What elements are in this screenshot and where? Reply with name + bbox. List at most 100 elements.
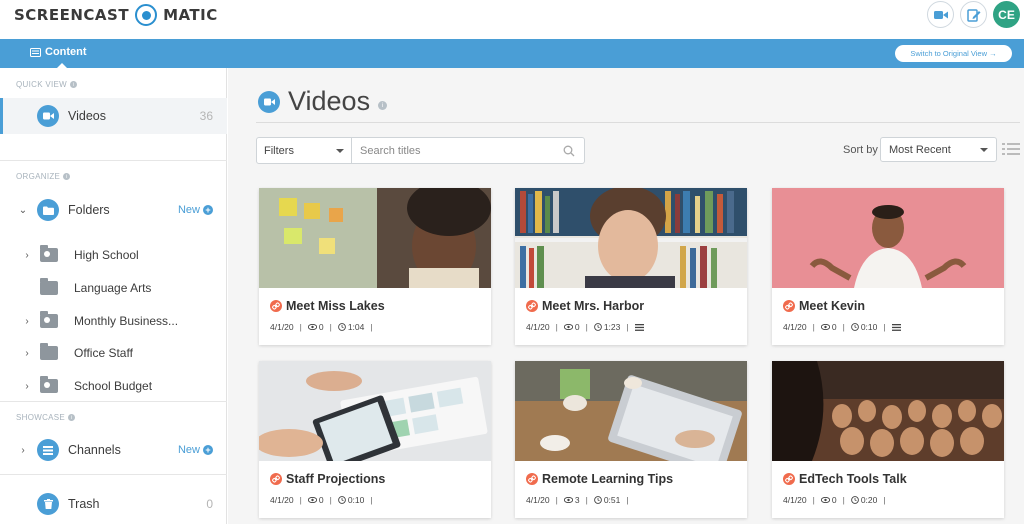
clock-icon: [337, 496, 346, 504]
page-title: Videos: [288, 86, 371, 116]
chevron-right-icon[interactable]: ›: [22, 348, 32, 359]
folder-icon: [37, 199, 59, 221]
shared-folder-icon: [40, 376, 58, 393]
video-card[interactable]: EdTech Tools Talk 4/1/20 | 0 | 0:20 |: [772, 361, 1004, 518]
list-view-icon[interactable]: [1002, 142, 1020, 156]
video-thumbnail[interactable]: [515, 188, 747, 288]
video-date: 4/1/20: [270, 322, 294, 332]
chevron-right-icon[interactable]: ›: [18, 445, 28, 456]
separator: |: [812, 322, 815, 332]
video-card[interactable]: Meet Kevin 4/1/20 | 0 | 0:10 |: [772, 188, 1004, 345]
link-icon[interactable]: [526, 473, 538, 485]
folder-item[interactable]: › School Budget: [0, 373, 227, 399]
tab-content[interactable]: Content: [30, 46, 87, 58]
video-title-row: Meet Kevin: [783, 299, 865, 313]
link-icon[interactable]: [270, 473, 282, 485]
separator: |: [626, 322, 629, 332]
record-video-button[interactable]: [927, 1, 954, 28]
info-icon[interactable]: i: [68, 414, 76, 421]
sidebar-item-trash[interactable]: Trash 0: [0, 491, 227, 517]
search-input[interactable]: Search titles: [352, 137, 585, 164]
filters-dropdown[interactable]: Filters: [256, 137, 352, 164]
edit-icon: [966, 8, 980, 22]
quick-view-section-label: QUICK VIEW i: [16, 80, 78, 89]
tab-content-label: Content: [45, 46, 87, 58]
folder-item[interactable]: Language Arts: [0, 275, 227, 301]
user-avatar[interactable]: CE: [993, 1, 1020, 28]
switch-to-original-view-button[interactable]: Switch to Original View →: [895, 45, 1012, 62]
captions-list-icon[interactable]: [634, 323, 644, 331]
separator: |: [842, 495, 845, 505]
video-meta: 4/1/20 | 3 | 0:51 |: [526, 495, 629, 505]
video-thumbnail[interactable]: [772, 361, 1004, 461]
chevron-right-icon[interactable]: ›: [22, 316, 32, 327]
folder-item[interactable]: › High School: [0, 242, 227, 268]
showcase-label: SHOWCASE: [16, 413, 66, 422]
eye-icon: [307, 324, 317, 330]
info-icon[interactable]: i: [378, 101, 388, 110]
folder-item-label: School Budget: [74, 379, 153, 393]
view-count: 0: [318, 495, 324, 505]
video-card[interactable]: Meet Miss Lakes 4/1/20 | 0 | 1:04 |: [259, 188, 491, 345]
sort-select[interactable]: Most Recent: [880, 137, 997, 162]
search-icon[interactable]: [563, 145, 575, 157]
chevron-down-icon[interactable]: ⌄: [18, 205, 28, 216]
editor-button[interactable]: [960, 1, 987, 28]
info-icon[interactable]: i: [70, 81, 78, 88]
video-title[interactable]: EdTech Tools Talk: [799, 472, 907, 486]
chevron-right-icon[interactable]: ›: [22, 250, 32, 261]
plus-icon: +: [203, 445, 213, 455]
video-duration: 0:10: [347, 495, 365, 505]
folder-item-label: Monthly Business...: [74, 314, 179, 328]
sidebar-item-channels[interactable]: › Channels New +: [0, 437, 227, 463]
video-title[interactable]: Meet Mrs. Harbor: [542, 299, 644, 313]
app-logo[interactable]: SCREENCAST MATIC: [14, 4, 218, 26]
video-date: 4/1/20: [270, 495, 294, 505]
new-channel-button[interactable]: New +: [178, 444, 213, 456]
new-channel-label: New: [177, 444, 200, 456]
duration-stat: 0:10: [850, 322, 877, 332]
video-thumbnail[interactable]: [259, 188, 491, 288]
link-icon[interactable]: [526, 300, 538, 312]
video-title[interactable]: Meet Miss Lakes: [286, 299, 385, 313]
video-card[interactable]: Meet Mrs. Harbor 4/1/20 | 0 | 1:23 |: [515, 188, 747, 345]
video-meta: 4/1/20 | 0 | 1:04 |: [270, 322, 373, 332]
link-icon[interactable]: [270, 300, 282, 312]
sidebar-item-folders[interactable]: ⌄ Folders New +: [0, 197, 227, 223]
info-icon[interactable]: i: [63, 173, 71, 180]
folder-item[interactable]: › Office Staff: [0, 340, 227, 366]
video-duration: 1:23: [603, 322, 621, 332]
main-content: Videos i Filters Search titles Sort by M…: [228, 68, 1024, 524]
trash-count: 0: [206, 497, 213, 511]
views-stat: 0: [307, 495, 324, 505]
video-thumbnail[interactable]: [259, 361, 491, 461]
video-camera-icon: [37, 105, 59, 127]
chevron-right-icon[interactable]: ›: [22, 381, 32, 392]
new-folder-button[interactable]: New +: [178, 204, 213, 216]
content-icon: [30, 47, 41, 57]
separator: |: [585, 495, 588, 505]
folder-icon: [40, 278, 58, 295]
sidebar-item-videos[interactable]: Videos 36: [0, 98, 227, 134]
folder-item-label: High School: [74, 248, 139, 262]
link-icon[interactable]: [783, 473, 795, 485]
organize-label: ORGANIZE: [16, 172, 61, 181]
eye-icon: [820, 497, 830, 503]
video-thumbnail[interactable]: [772, 188, 1004, 288]
video-title[interactable]: Meet Kevin: [799, 299, 865, 313]
duration-stat: 1:23: [593, 322, 621, 332]
sort-selected-value: Most Recent: [889, 143, 951, 156]
video-card[interactable]: Staff Projections 4/1/20 | 0 | 0:10 |: [259, 361, 491, 518]
clock-icon: [593, 496, 602, 504]
video-card[interactable]: Remote Learning Tips 4/1/20 | 3 | 0:51 |: [515, 361, 747, 518]
video-meta: 4/1/20 | 0 | 0:20 |: [783, 495, 886, 505]
video-meta: 4/1/20 | 0 | 0:10 |: [783, 322, 901, 332]
folder-item[interactable]: › Monthly Business...: [0, 308, 227, 334]
video-duration: 0:20: [860, 495, 878, 505]
link-icon[interactable]: [783, 300, 795, 312]
video-title[interactable]: Remote Learning Tips: [542, 472, 673, 486]
video-thumbnail[interactable]: [515, 361, 747, 461]
separator: |: [555, 322, 558, 332]
captions-list-icon[interactable]: [891, 323, 901, 331]
video-title[interactable]: Staff Projections: [286, 472, 385, 486]
